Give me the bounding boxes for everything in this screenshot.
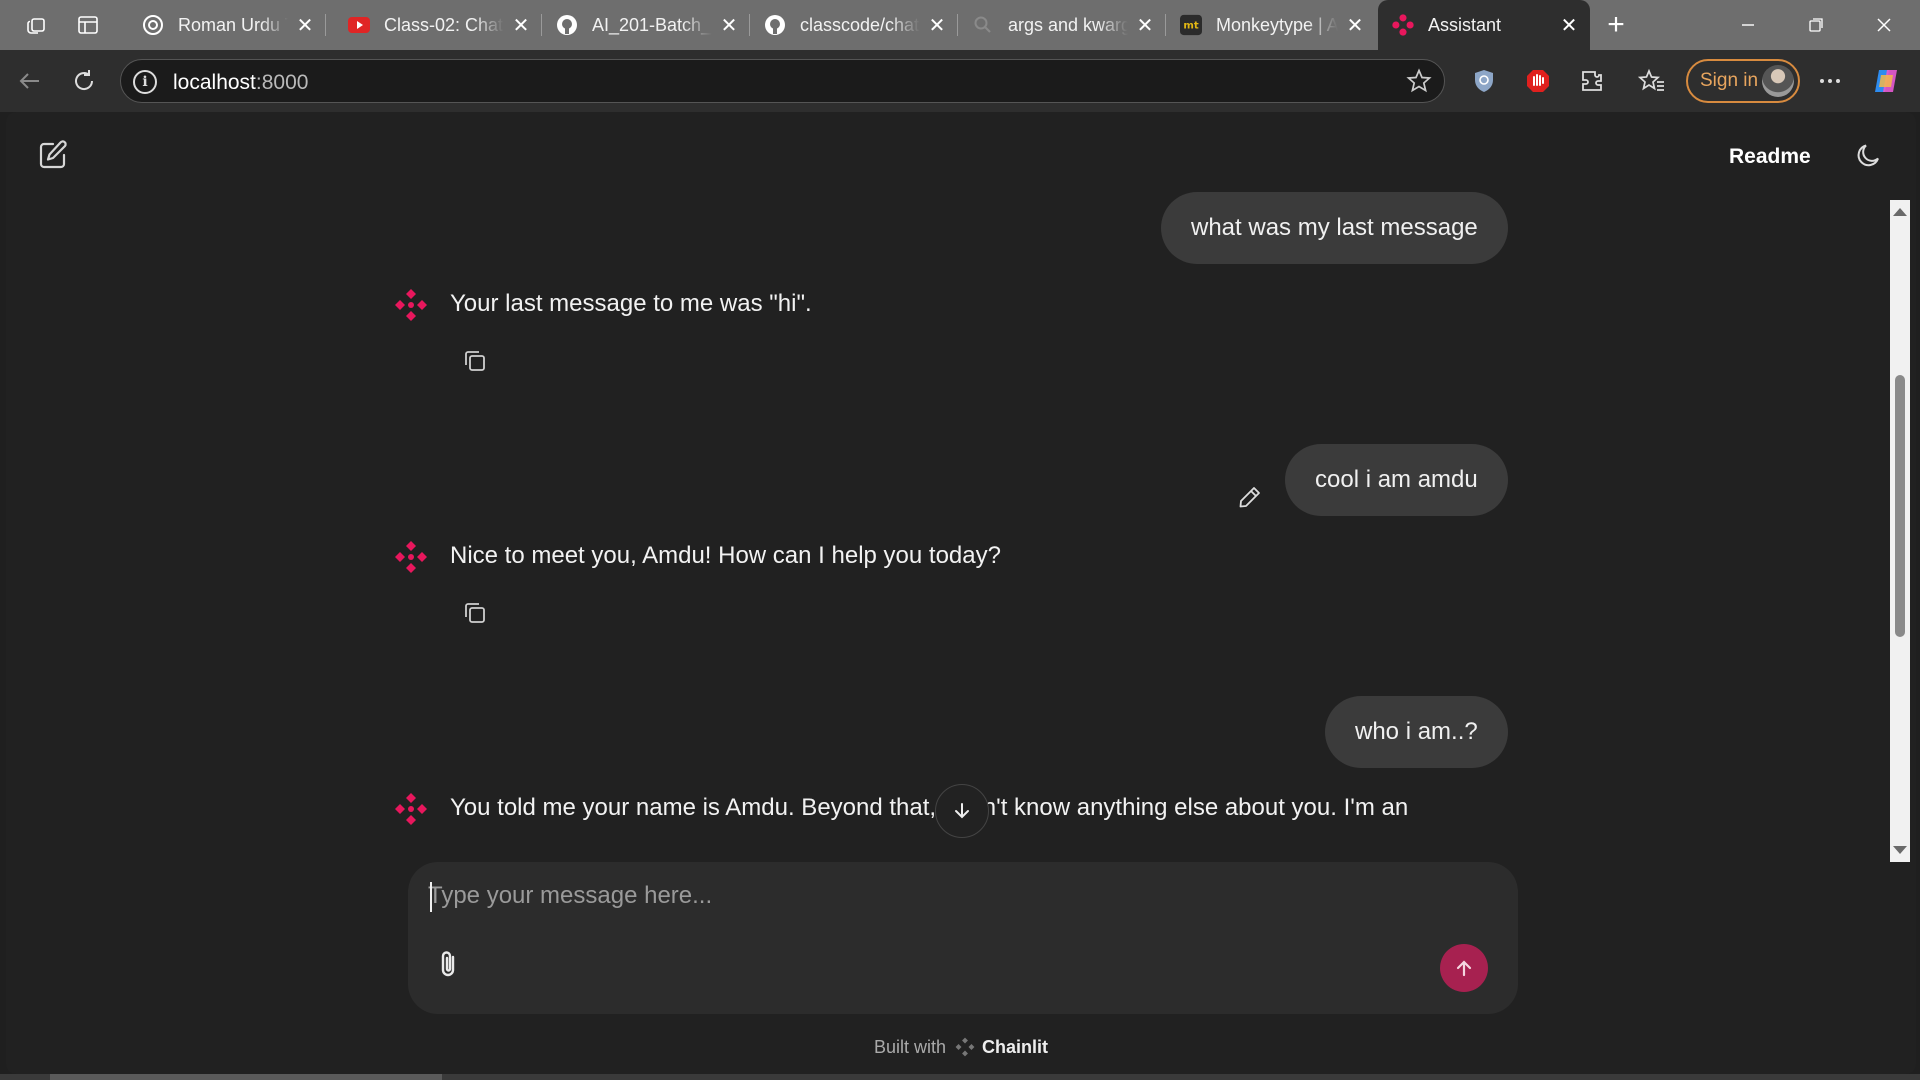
back-icon[interactable] — [12, 63, 48, 99]
tab-title: Monkeytype | A — [1216, 14, 1338, 35]
user-message: cool i am amdu — [1285, 444, 1508, 516]
adblock-extension-icon[interactable] — [1520, 63, 1556, 99]
browser-tab-strip: Roman Urdu Tr ✕ Class-02: Chatb ✕ AI_201… — [0, 0, 1920, 50]
copilot-icon[interactable] — [1868, 63, 1904, 99]
message-list[interactable]: what was my last message Your last messa… — [6, 192, 1886, 862]
tab-monkeytype[interactable]: mt Monkeytype | A ✕ — [1166, 0, 1376, 50]
sign-in-button[interactable]: Sign in — [1686, 59, 1800, 103]
search-icon — [972, 14, 994, 36]
chat-page: Readme what was my last message Your las… — [6, 112, 1916, 1074]
tab-title: Class-02: Chatb — [384, 14, 504, 35]
assistant-message-text: Nice to meet you, Amdu! How can I help y… — [450, 542, 1001, 569]
github-icon — [764, 14, 786, 36]
reload-icon[interactable] — [66, 63, 102, 99]
moon-icon[interactable] — [1854, 140, 1884, 170]
chainlit-logo-icon — [394, 792, 428, 826]
youtube-icon — [348, 14, 370, 36]
tab-title: classcode/chat — [800, 14, 920, 35]
scroll-up-arrow-icon[interactable] — [1893, 208, 1907, 216]
page-header: Readme — [6, 112, 1916, 192]
copy-icon[interactable] — [462, 600, 488, 626]
built-with-footer[interactable]: Built with Chainlit — [6, 1037, 1916, 1058]
tab-title: Assistant — [1428, 14, 1502, 35]
close-tab-icon[interactable]: ✕ — [926, 14, 948, 37]
monkeytype-icon: mt — [1180, 14, 1202, 36]
window-close-icon[interactable] — [1854, 0, 1914, 50]
sign-in-label: Sign in — [1700, 70, 1759, 91]
close-tab-icon[interactable]: ✕ — [1344, 14, 1366, 37]
user-message: who i am..? — [1325, 696, 1508, 768]
new-tab-icon[interactable]: + — [1600, 8, 1632, 41]
horizontal-scrollbar[interactable] — [0, 1074, 1920, 1080]
message-composer — [408, 862, 1518, 1014]
workspaces-icon[interactable] — [20, 9, 52, 41]
more-options-icon[interactable] — [1812, 63, 1848, 99]
scrollbar-thumb[interactable] — [1895, 375, 1905, 637]
chat-scrollbar[interactable] — [1890, 200, 1910, 862]
edit-message-icon[interactable] — [1237, 484, 1263, 510]
close-tab-icon[interactable]: ✕ — [510, 14, 532, 37]
text-caret — [430, 882, 432, 912]
scroll-down-arrow-icon[interactable] — [1893, 846, 1907, 854]
new-chat-icon[interactable] — [36, 138, 70, 172]
extensions-icon[interactable] — [1574, 63, 1610, 99]
message-input[interactable] — [428, 876, 1488, 916]
close-tab-icon[interactable]: ✕ — [1134, 14, 1156, 37]
tab-title: Roman Urdu Tr — [178, 14, 288, 35]
tab-args-kwargs[interactable]: args and kwarg ✕ — [958, 0, 1166, 50]
tab-title: AI_201-Batch_0 — [592, 14, 712, 35]
chainlit-brand-label: Chainlit — [982, 1037, 1049, 1057]
svg-text:mt: mt — [1183, 21, 1199, 32]
tab-class-02[interactable]: Class-02: Chatb ✕ — [334, 0, 542, 50]
built-with-label: Built with — [873, 1037, 946, 1057]
restore-icon[interactable] — [1786, 0, 1846, 50]
chainlit-logo-icon — [394, 540, 428, 574]
copy-icon[interactable] — [462, 348, 488, 374]
horizontal-scrollbar-thumb[interactable] — [50, 1074, 442, 1080]
url-port: :8000 — [255, 71, 309, 94]
chainlit-icon — [1392, 14, 1414, 36]
browser-toolbar: i localhost:8000 Sign in — [0, 50, 1920, 112]
tab-ai-201[interactable]: AI_201-Batch_0 ✕ — [542, 0, 750, 50]
close-tab-icon[interactable]: ✕ — [1558, 14, 1580, 37]
url-host: localhost — [173, 71, 256, 94]
favorite-star-icon[interactable] — [1406, 68, 1432, 94]
user-message: what was my last message — [1161, 192, 1508, 264]
minimize-icon[interactable] — [1718, 0, 1778, 50]
paperclip-icon[interactable] — [432, 948, 466, 982]
chainlit-logo-icon — [394, 288, 428, 322]
address-url: localhost:8000 — [173, 71, 308, 95]
tab-separator — [325, 14, 326, 36]
assistant-message-text: You told me your name is Amdu. Beyond th… — [450, 794, 1409, 821]
tab-actions-icon[interactable] — [72, 9, 104, 41]
site-info-icon[interactable]: i — [133, 70, 157, 94]
shield-extension-icon[interactable] — [1466, 63, 1502, 99]
close-tab-icon[interactable]: ✕ — [294, 14, 316, 37]
tab-classcode[interactable]: classcode/chat ✕ — [750, 0, 958, 50]
favorites-icon[interactable] — [1634, 63, 1670, 99]
scroll-to-bottom-button[interactable] — [935, 784, 989, 838]
tab-assistant[interactable]: Assistant ✕ — [1378, 0, 1590, 50]
github-icon — [556, 14, 578, 36]
tab-roman-urdu[interactable]: Roman Urdu Tr ✕ — [128, 0, 326, 50]
address-bar[interactable]: i localhost:8000 — [120, 59, 1445, 103]
send-button[interactable] — [1440, 944, 1488, 992]
openai-icon — [142, 14, 164, 36]
close-tab-icon[interactable]: ✕ — [718, 14, 740, 37]
avatar — [1762, 65, 1794, 97]
assistant-message-text: Your last message to me was "hi". — [450, 290, 812, 317]
readme-button[interactable]: Readme — [1729, 145, 1811, 169]
chainlit-mini-logo-icon — [955, 1037, 975, 1057]
tab-title: args and kwarg — [1008, 14, 1128, 35]
